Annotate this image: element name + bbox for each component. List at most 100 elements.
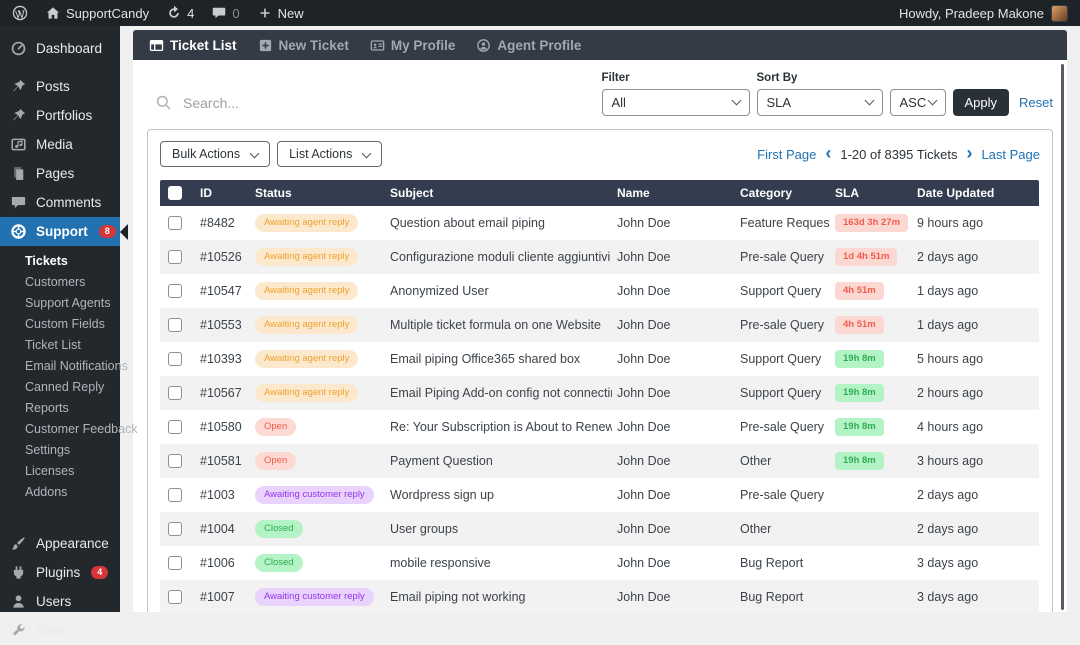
row-checkbox[interactable] [168, 420, 182, 434]
sidebar-subitem-customer-feedback[interactable]: Customer Feedback [0, 419, 138, 440]
tab-label: New Ticket [278, 37, 349, 53]
ticket-name: John Doe [617, 488, 671, 502]
sidebar-subitem-support-agents[interactable]: Support Agents [0, 293, 120, 314]
sort-by-select[interactable]: SLA [756, 89, 883, 116]
ticket-list-card: Bulk Actions List Actions First Page ‹ 1… [147, 129, 1053, 612]
pagination-range: 1-20 of 8395 Tickets [840, 146, 958, 162]
sidebar-item-dashboard[interactable]: Dashboard [0, 34, 120, 63]
ticket-panel: Ticket List New Ticket My Profile Agent Pro… [133, 30, 1067, 612]
pin-icon [10, 107, 27, 124]
row-checkbox[interactable] [168, 590, 182, 604]
tab-agent-profile[interactable]: Agent Profile [467, 30, 590, 60]
filter-row: Filter All Sort By SLA [133, 60, 1067, 129]
ticket-subject[interactable]: Wordpress sign up [385, 488, 612, 502]
sidebar-subitem-email-notifications[interactable]: Email Notifications [0, 356, 128, 377]
row-checkbox[interactable] [168, 318, 182, 332]
sidebar-subitem-customers[interactable]: Customers [0, 272, 120, 293]
row-checkbox[interactable] [168, 250, 182, 264]
ticket-subject[interactable]: Question about email piping [385, 216, 612, 230]
sidebar-item-media[interactable]: Media [0, 130, 120, 159]
list-actions-button[interactable]: List Actions [277, 141, 383, 167]
sidebar-subitem-reports[interactable]: Reports [0, 398, 120, 419]
row-checkbox[interactable] [168, 352, 182, 366]
ticket-subject[interactable]: Anonymized User [385, 284, 612, 298]
filter-label: Filter [601, 72, 630, 84]
ticket-name: John Doe [617, 318, 671, 332]
list-toolbar: Bulk Actions List Actions First Page ‹ 1… [148, 130, 1052, 178]
filter-controls: Filter All Sort By SLA ASC Apply Reset [601, 72, 1053, 116]
new-content-menu[interactable]: New [257, 0, 304, 26]
row-checkbox[interactable] [168, 522, 182, 536]
bulk-actions-button[interactable]: Bulk Actions [160, 141, 271, 167]
sidebar-item-plugins[interactable]: Plugins 4 [0, 558, 120, 587]
last-page-link[interactable]: Last Page [981, 147, 1040, 162]
ticket-subject[interactable]: Multiple ticket formula on one Website [385, 318, 612, 332]
select-all-checkbox[interactable] [168, 186, 182, 200]
ticket-id: #10567 [200, 386, 242, 400]
tab-my-profile[interactable]: My Profile [361, 30, 465, 60]
account-menu[interactable]: Howdy, Pradeep Makone [899, 4, 1068, 22]
sidebar-subitem-settings[interactable]: Settings [0, 440, 120, 461]
row-checkbox[interactable] [168, 454, 182, 468]
ticket-subject[interactable]: User groups [385, 522, 612, 536]
ticket-subject[interactable]: mobile responsive [385, 556, 612, 570]
sidebar-item-comments[interactable]: Comments [0, 188, 120, 217]
ticket-subject[interactable]: Re: Your Subscription is About to Renew [385, 420, 612, 434]
ticket-subject[interactable]: Email Piping Add-on config not connectin… [385, 386, 612, 400]
filter-select[interactable]: All [601, 89, 750, 116]
sidebar-subitem-licenses[interactable]: Licenses [0, 461, 120, 482]
row-checkbox[interactable] [168, 216, 182, 230]
apply-button[interactable]: Apply [952, 89, 1010, 116]
tab-new-ticket[interactable]: New Ticket [249, 30, 358, 60]
content-area: Ticket List New Ticket My Profile Agent Pro… [120, 26, 1080, 612]
sidebar-subitem-tickets[interactable]: Tickets [0, 251, 120, 272]
column-header-name: Name [617, 186, 650, 200]
row-checkbox[interactable] [168, 284, 182, 298]
ticket-name: John Doe [617, 216, 671, 230]
ticket-category: Feature Request [740, 216, 830, 230]
sidebar-item-tools[interactable]: Tools [0, 616, 120, 645]
sidebar-item-label: Appearance [36, 536, 109, 551]
sidebar-item-posts[interactable]: Posts [0, 72, 120, 101]
sidebar-item-portfolios[interactable]: Portfolios [0, 101, 120, 130]
status-badge: Closed [255, 554, 303, 573]
table-row: #8482 Awaiting agent reply Question about … [160, 206, 1039, 240]
prev-page-icon[interactable]: ‹ [825, 144, 831, 162]
updates-indicator[interactable]: 4 [166, 0, 194, 26]
comment-icon [211, 5, 227, 21]
sidebar-item-support[interactable]: Support 8 [0, 217, 128, 246]
ticket-subject[interactable]: Configurazione moduli cliente aggiuntivi [385, 250, 612, 264]
row-checkbox[interactable] [168, 556, 182, 570]
ticket-category: Pre-sale Query [740, 420, 825, 434]
table-row: #10553 Awaiting agent reply Multiple ticke… [160, 308, 1039, 342]
search-input[interactable] [183, 94, 403, 111]
sidebar-subitem-custom-fields[interactable]: Custom Fields [0, 314, 120, 335]
sidebar-subitem-canned-reply[interactable]: Canned Reply [0, 377, 120, 398]
ticket-updated: 5 hours ago [917, 352, 984, 366]
panel-body: Filter All Sort By SLA [133, 60, 1067, 612]
sidebar-item-appearance[interactable]: Appearance [0, 529, 120, 558]
sidebar-subitem-addons[interactable]: Addons [0, 482, 120, 503]
pages-icon [10, 165, 27, 182]
first-page-link[interactable]: First Page [757, 147, 816, 162]
reset-link[interactable]: Reset [1019, 95, 1053, 110]
pagination: First Page ‹ 1-20 of 8395 Tickets › Last… [757, 144, 1040, 162]
ticket-subject[interactable]: Email piping not working [385, 590, 612, 604]
row-checkbox[interactable] [168, 386, 182, 400]
sidebar-item-pages[interactable]: Pages [0, 159, 120, 188]
sidebar-item-label: Plugins [36, 565, 81, 580]
row-checkbox[interactable] [168, 488, 182, 502]
sort-order-select[interactable]: ASC [889, 89, 946, 116]
ticket-category: Support Query [740, 386, 822, 400]
next-page-icon[interactable]: › [966, 144, 972, 162]
site-name-link[interactable]: SupportCandy [45, 0, 149, 26]
sidebar-subitem-ticket-list[interactable]: Ticket List [0, 335, 120, 356]
column-header-sla: SLA [835, 186, 859, 200]
wordpress-logo-menu[interactable] [12, 0, 28, 26]
scrollbar-thumb[interactable] [1061, 64, 1064, 610]
sidebar-item-label: Dashboard [36, 41, 103, 56]
comments-indicator[interactable]: 0 [211, 0, 240, 26]
tab-ticket-list[interactable]: Ticket List [140, 30, 246, 60]
ticket-subject[interactable]: Payment Question [385, 454, 612, 468]
ticket-subject[interactable]: Email piping Office365 shared box [385, 352, 612, 366]
